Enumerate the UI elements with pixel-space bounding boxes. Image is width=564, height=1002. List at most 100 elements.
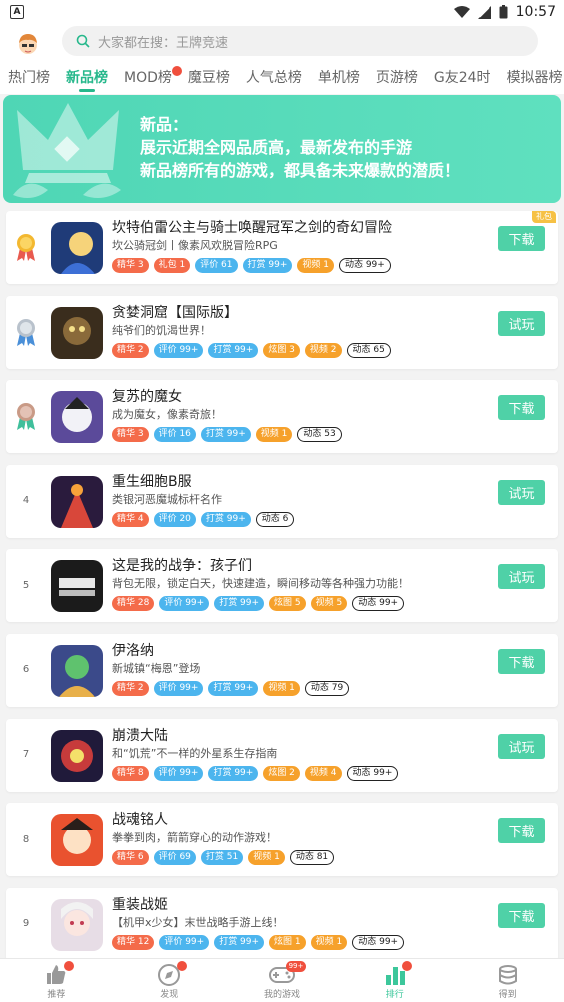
tab-popular[interactable]: 人气总榜	[238, 62, 310, 94]
tag[interactable]: 精华 28	[112, 596, 155, 612]
game-title[interactable]: 战魂铭人	[112, 809, 168, 829]
trial-button[interactable]: 试玩	[498, 564, 545, 590]
nav-discover[interactable]: 发现	[113, 959, 226, 1002]
tag[interactable]: 礼包 1	[153, 258, 191, 273]
tag[interactable]: 视频 1	[255, 427, 293, 443]
game-icon[interactable]	[51, 644, 103, 697]
tag[interactable]: 打赏 99+	[208, 342, 259, 358]
tag[interactable]: 打赏 99+	[200, 427, 251, 443]
tag[interactable]: 打赏 99+	[208, 765, 259, 781]
tag[interactable]: 动态 81	[289, 850, 335, 866]
nav-recommend[interactable]: 推荐	[0, 959, 113, 1002]
tag[interactable]: 炫图 1	[269, 934, 306, 950]
download-button[interactable]: 下载	[498, 395, 545, 421]
game-icon[interactable]	[51, 898, 103, 951]
download-button[interactable]: 下载	[498, 226, 545, 251]
tag[interactable]: 视频 4	[304, 765, 342, 781]
game-icon[interactable]	[51, 391, 103, 444]
game-icon[interactable]	[51, 475, 103, 528]
tab-modou[interactable]: 魔豆榜	[180, 62, 238, 94]
list-item[interactable]: 7 崩溃大陆 和“饥荒”不一样的外星系生存指南 精华 8 评价 99+ 打赏 9…	[6, 718, 558, 792]
tag[interactable]: 动态 99+	[338, 258, 391, 273]
game-title[interactable]: 复苏的魔女	[112, 386, 182, 406]
tag[interactable]: 精华 3	[112, 258, 149, 273]
tag[interactable]: 动态 79	[304, 680, 350, 696]
tag[interactable]: 评价 99+	[153, 765, 204, 781]
nav-earn[interactable]: 得到	[451, 959, 564, 1002]
tag[interactable]: 打赏 51	[200, 850, 244, 866]
game-title[interactable]: 重生细胞B服	[112, 471, 192, 491]
tab-new[interactable]: 新品榜	[58, 62, 116, 94]
tag[interactable]: 动态 65	[346, 342, 391, 358]
tag[interactable]: 打赏 99+	[242, 258, 293, 273]
tag[interactable]: 动态 6	[255, 511, 295, 527]
search-input[interactable]: 大家都在搜：王牌竞速	[62, 26, 538, 56]
tag[interactable]: 评价 16	[153, 427, 196, 443]
tag[interactable]: 动态 99+	[346, 765, 399, 781]
list-item[interactable]: 5 这是我的战争：孩子们 背包无限，锁定白天，快速建造，瞬间移动等各种强力功能！…	[6, 549, 558, 623]
download-button[interactable]: 下载	[498, 818, 545, 844]
tag[interactable]: 评价 61	[195, 258, 238, 273]
tag[interactable]: 评价 69	[153, 850, 196, 866]
tag[interactable]: 精华 2	[112, 680, 149, 696]
tag[interactable]: 精华 6	[112, 850, 149, 866]
tag[interactable]: 打赏 99+	[214, 934, 265, 950]
tab-g24[interactable]: G友24时	[426, 62, 499, 94]
tag[interactable]: 评价 99+	[159, 596, 210, 612]
game-icon[interactable]	[51, 306, 103, 359]
tag[interactable]: 打赏 99+	[200, 511, 251, 527]
game-title[interactable]: 这是我的战争：孩子们	[112, 555, 252, 575]
list-item[interactable]: 9 重装战姬 【机甲x少女】末世战略手游上线！ 精华 12 评价 99+ 打赏 …	[6, 887, 558, 961]
list-item[interactable]: 6 伊洛纳 新城镇“梅恩”登场 精华 2 评价 99+ 打赏 99+ 视频 1 …	[6, 633, 558, 707]
tag[interactable]: 视频 2	[304, 342, 342, 358]
tab-single[interactable]: 单机榜	[310, 62, 368, 94]
tag[interactable]: 精华 3	[112, 427, 149, 443]
tag[interactable]: 视频 1	[248, 850, 285, 866]
tag[interactable]: 评价 99+	[159, 934, 210, 950]
game-title[interactable]: 贪婪洞窟【国际版】	[112, 302, 238, 322]
trial-button[interactable]: 试玩	[498, 733, 545, 759]
trial-button[interactable]: 试玩	[498, 310, 545, 336]
game-title[interactable]: 坎特伯雷公主与骑士唤醒冠军之剑的奇幻冒险	[112, 217, 392, 237]
game-icon[interactable]	[51, 560, 103, 613]
list-item[interactable]: 4 重生细胞B服 类银河恶魔城标杆名作 精华 4 评价 20 打赏 99+ 动态…	[6, 464, 558, 538]
tag[interactable]: 炫图 3	[263, 342, 300, 358]
tag[interactable]: 评价 99+	[153, 342, 204, 358]
tag[interactable]: 动态 53	[297, 427, 342, 443]
tag[interactable]: 炫图 2	[263, 765, 300, 781]
trial-button[interactable]: 试玩	[498, 479, 545, 505]
download-button[interactable]: 下载	[498, 902, 545, 928]
tab-hot[interactable]: 热门榜	[0, 62, 58, 94]
nav-my-games[interactable]: 99+ 我的游戏	[226, 959, 339, 1002]
avatar[interactable]	[14, 30, 42, 58]
list-item[interactable]: 贪婪洞窟【国际版】 纯爷们的饥渴世界！ 精华 2 评价 99+ 打赏 99+ 炫…	[6, 295, 558, 369]
tab-webgame[interactable]: 页游榜	[368, 62, 426, 94]
list-item[interactable]: 复苏的魔女 成为魔女，像素奇旅！ 精华 3 评价 16 打赏 99+ 视频 1 …	[6, 380, 558, 454]
nav-ranking[interactable]: 排行	[338, 959, 451, 1002]
game-title[interactable]: 重装战姬	[112, 894, 168, 914]
game-icon[interactable]	[51, 814, 103, 867]
tag[interactable]: 打赏 99+	[208, 680, 259, 696]
tag[interactable]: 动态 99+	[352, 596, 405, 612]
tag[interactable]: 视频 1	[297, 258, 334, 273]
game-icon[interactable]	[51, 729, 103, 782]
tag[interactable]: 视频 1	[310, 934, 348, 950]
tag[interactable]: 炫图 5	[269, 596, 306, 612]
tag[interactable]: 视频 5	[310, 596, 348, 612]
tag[interactable]: 精华 2	[112, 342, 149, 358]
game-title[interactable]: 伊洛纳	[112, 640, 154, 660]
tag[interactable]: 动态 99+	[352, 934, 405, 950]
tag[interactable]: 视频 1	[263, 680, 300, 696]
tag[interactable]: 评价 20	[153, 511, 196, 527]
download-button[interactable]: 下载	[498, 648, 545, 674]
tag[interactable]: 精华 12	[112, 934, 155, 950]
tag[interactable]: 打赏 99+	[214, 596, 265, 612]
tab-mod[interactable]: MOD榜	[116, 62, 182, 94]
list-item[interactable]: 8 战魂铭人 拳拳到肉，箭箭穿心的动作游戏！ 精华 6 评价 69 打赏 51 …	[6, 803, 558, 877]
game-title[interactable]: 崩溃大陆	[112, 725, 168, 745]
tag[interactable]: 精华 8	[112, 765, 149, 781]
list-item[interactable]: 坎特伯雷公主与骑士唤醒冠军之剑的奇幻冒险 坎公骑冠剑丨像素风欢脱冒险RPG 精华…	[6, 211, 558, 284]
tag[interactable]: 评价 99+	[153, 680, 204, 696]
game-icon[interactable]	[51, 222, 103, 274]
tag[interactable]: 精华 4	[112, 511, 149, 527]
